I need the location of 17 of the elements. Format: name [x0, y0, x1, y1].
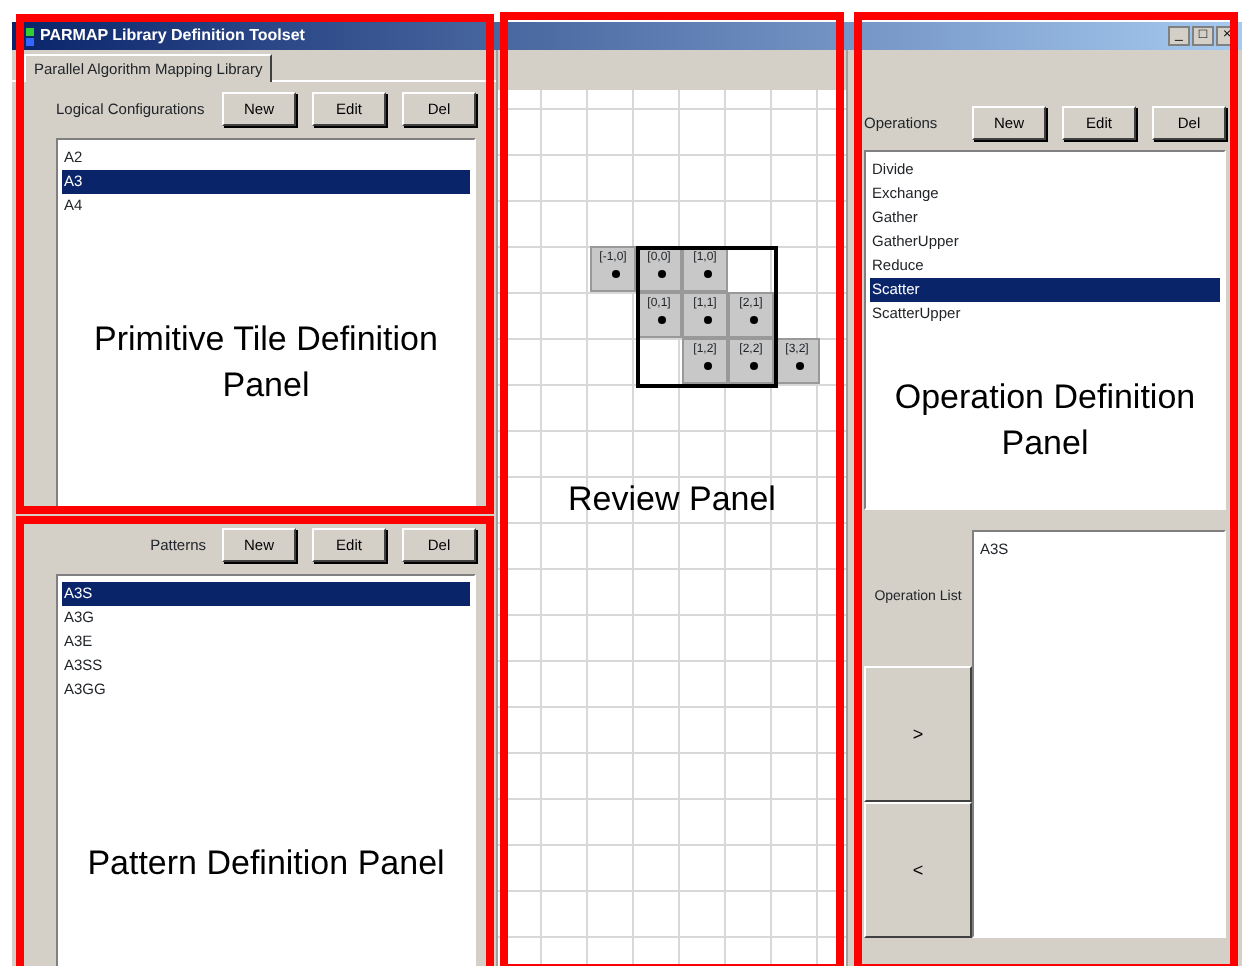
annotation-label: Operation Definition Panel: [892, 376, 1198, 466]
point-icon: [704, 316, 712, 324]
point-icon: [750, 362, 758, 370]
window-title: PARMAP Library Definition Toolset: [40, 26, 305, 46]
tile-outline: [636, 246, 778, 388]
point-icon: [796, 362, 804, 370]
point-icon: [658, 270, 666, 278]
point-icon: [658, 316, 666, 324]
move-right-button[interactable]: >: [864, 666, 972, 802]
annotation-label: Review Panel: [566, 478, 778, 522]
annotation-label: Pattern Definition Panel: [85, 841, 447, 886]
point-icon: [704, 362, 712, 370]
point-icon: [704, 270, 712, 278]
move-left-button[interactable]: <: [864, 802, 972, 938]
annotation-label: Primitive Tile Definition Panel: [92, 317, 440, 408]
point-icon: [750, 316, 758, 324]
point-icon: [612, 270, 620, 278]
